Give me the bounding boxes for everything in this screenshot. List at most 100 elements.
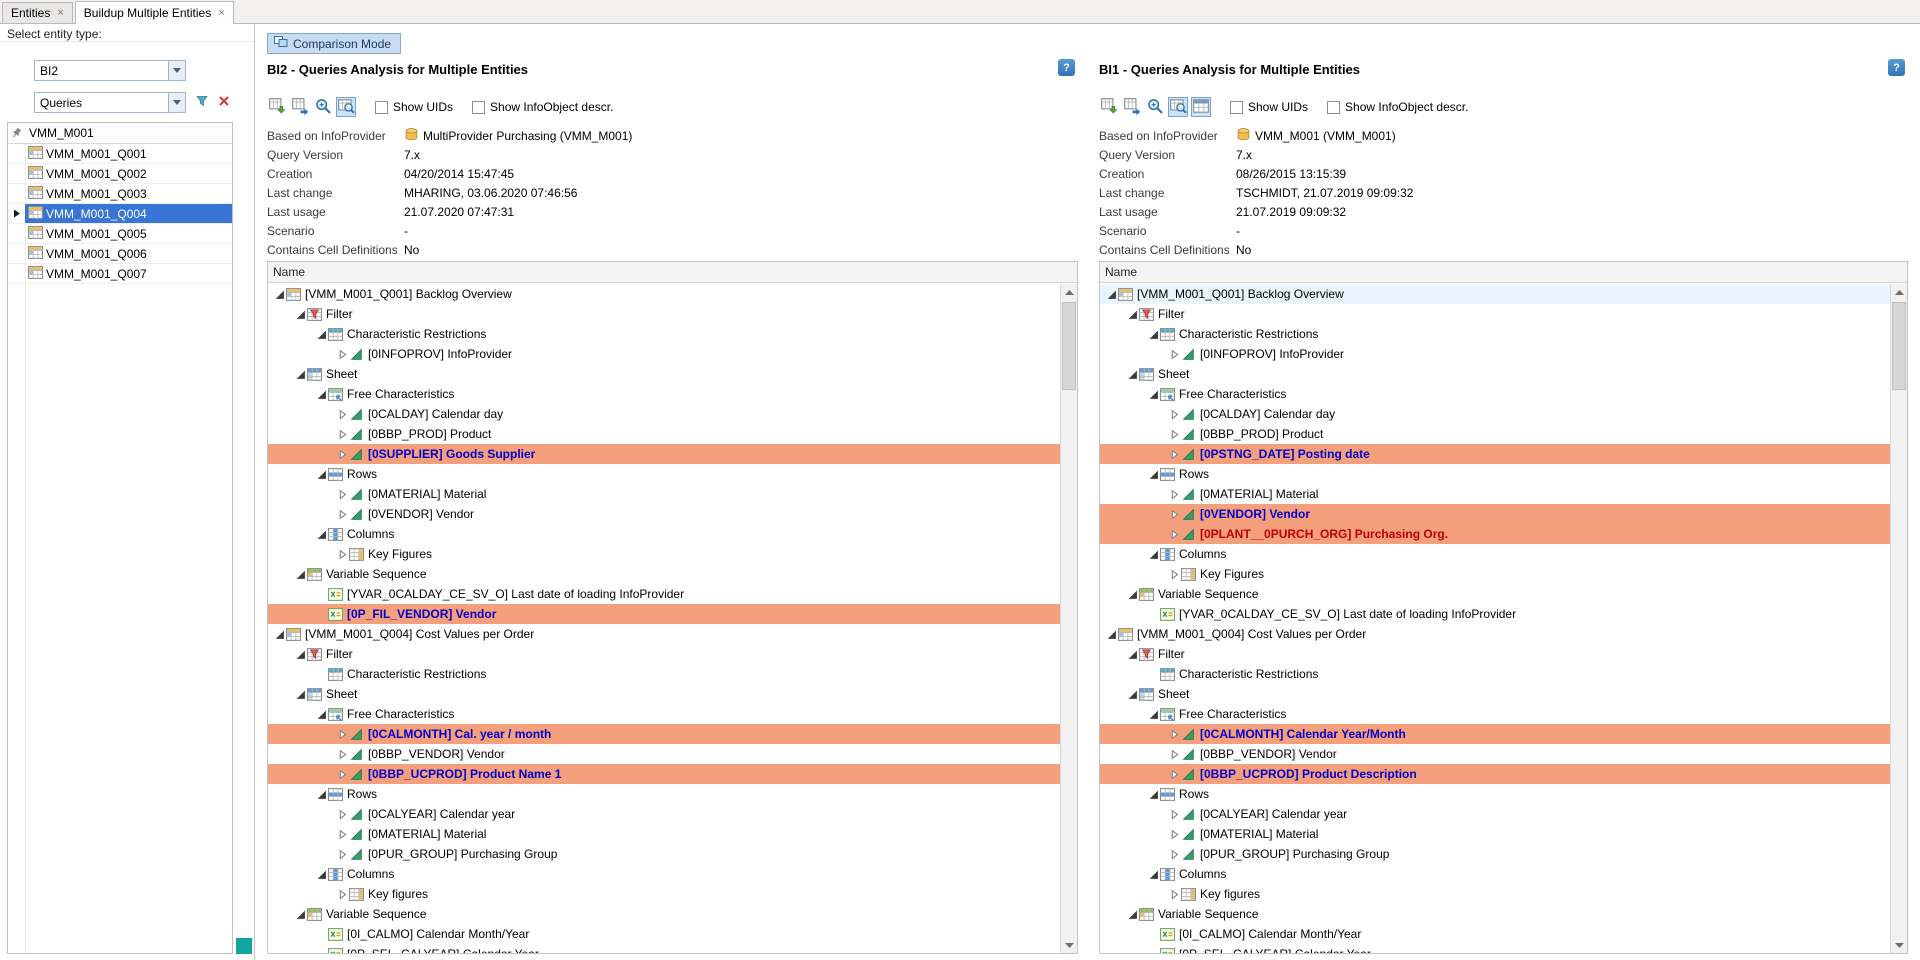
expand-icon[interactable] [336,888,349,901]
expand-icon[interactable] [336,348,349,361]
export-grid-button[interactable] [267,97,287,117]
collapse-icon[interactable] [1147,868,1160,881]
checkbox-box[interactable] [1327,101,1340,114]
scroll-thumb[interactable] [1062,302,1076,390]
expand-icon[interactable] [1168,848,1181,861]
tree-row[interactable]: Sheet [1100,684,1890,704]
expand-icon[interactable] [1168,888,1181,901]
tree-row[interactable]: Columns [268,524,1060,544]
expand-icon[interactable] [336,828,349,841]
tree-row[interactable]: [YVAR_0CALDAY_CE_SV_O] Last date of load… [268,584,1060,604]
scroll-up-icon[interactable] [1061,284,1077,300]
expand-icon[interactable] [1168,428,1181,441]
tree-row[interactable]: Rows [268,784,1060,804]
expand-icon[interactable] [1168,408,1181,421]
tree-row[interactable]: [0BBP_VENDOR] Vendor [268,744,1060,764]
expand-icon[interactable] [1168,768,1181,781]
tree-row[interactable]: [0I_CALMO] Calendar Month/Year [268,924,1060,944]
tree-row[interactable]: Variable Sequence [268,904,1060,924]
sidebar-item-vmm-m001-q002[interactable]: VMM_M001_Q002 [8,164,232,184]
clear-filter-button[interactable] [214,92,234,112]
expand-icon[interactable] [1168,448,1181,461]
collapse-icon[interactable] [294,308,307,321]
collapse-icon[interactable] [315,528,328,541]
apply-filter-button[interactable] [192,92,212,112]
collapse-icon[interactable] [1105,628,1118,641]
tree-row[interactable]: [0BBP_VENDOR] Vendor [1100,744,1890,764]
tree-row[interactable]: Variable Sequence [268,564,1060,584]
expand-icon[interactable] [1168,568,1181,581]
collapse-icon[interactable] [294,368,307,381]
tree-row[interactable]: [0SUPPLIER] Goods Supplier [268,444,1060,464]
tree-row[interactable]: Columns [1100,864,1890,884]
tree-row[interactable]: [0MATERIAL] Material [268,824,1060,844]
tree-row[interactable]: Key Figures [1100,564,1890,584]
tree-row[interactable]: Variable Sequence [1100,584,1890,604]
collapse-icon[interactable] [273,288,286,301]
tree-row[interactable]: [0MATERIAL] Material [1100,484,1890,504]
collapse-icon[interactable] [1126,308,1139,321]
tree-row[interactable]: [YVAR_0CALDAY_CE_SV_O] Last date of load… [1100,604,1890,624]
tree-row[interactable]: Characteristic Restrictions [268,664,1060,684]
scroll-thumb[interactable] [1892,302,1906,390]
tree-row[interactable]: [VMM_M001_Q001] Backlog Overview [1100,284,1890,304]
scroll-down-icon[interactable] [1891,937,1907,953]
expand-icon[interactable] [336,748,349,761]
expand-icon[interactable] [1168,528,1181,541]
tree-row[interactable]: [VMM_M001_Q001] Backlog Overview [268,284,1060,304]
expand-icon[interactable] [1168,488,1181,501]
grid-search-button[interactable] [1168,97,1188,117]
collapse-icon[interactable] [1126,588,1139,601]
collapse-icon[interactable] [1126,368,1139,381]
checkbox-box[interactable] [375,101,388,114]
tree-row[interactable]: Key Figures [268,544,1060,564]
expand-icon[interactable] [336,808,349,821]
tree-row[interactable]: [0CALMONTH] Calendar Year/Month [1100,724,1890,744]
tree-row[interactable]: Free Characteristics [268,704,1060,724]
transfer-grid-button[interactable] [1122,97,1142,117]
collapse-icon[interactable] [1147,468,1160,481]
collapse-icon[interactable] [1147,388,1160,401]
checkbox-show-uids[interactable]: Show UIDs [1230,100,1308,114]
tree-row[interactable]: [0MATERIAL] Material [268,484,1060,504]
collapse-icon[interactable] [1126,908,1139,921]
tree-row[interactable]: Sheet [268,364,1060,384]
tab-buildup-multiple-entities[interactable]: Buildup Multiple Entities× [75,1,234,24]
scroll-down-icon[interactable] [1061,937,1077,953]
collapse-icon[interactable] [315,868,328,881]
help-icon[interactable]: ? [1058,59,1075,76]
transfer-grid-button[interactable] [290,97,310,117]
tree-row[interactable]: Filter [1100,644,1890,664]
expand-icon[interactable] [336,848,349,861]
tree-row[interactable]: [VMM_M001_Q004] Cost Values per Order [268,624,1060,644]
tree-row[interactable]: Sheet [1100,364,1890,384]
grid-search-button[interactable] [336,97,356,117]
expand-icon[interactable] [1168,508,1181,521]
expand-icon[interactable] [336,508,349,521]
collapse-icon[interactable] [294,568,307,581]
tree-row[interactable]: Key figures [1100,884,1890,904]
tree-row[interactable]: Key figures [268,884,1060,904]
collapse-icon[interactable] [294,648,307,661]
vertical-scrollbar[interactable] [1890,284,1907,953]
tree-row[interactable]: Rows [1100,784,1890,804]
tree-row[interactable]: [0BBP_PROD] Product [1100,424,1890,444]
collapse-icon[interactable] [315,468,328,481]
tree-row[interactable]: [0INFOPROV] InfoProvider [268,344,1060,364]
collapse-icon[interactable] [1147,328,1160,341]
tree-row[interactable]: [VMM_M001_Q004] Cost Values per Order [1100,624,1890,644]
expand-icon[interactable] [336,448,349,461]
tree-row[interactable]: [0BBP_UCPROD] Product Name 1 [268,764,1060,784]
sidebar-root-row[interactable]: VMM_M001 [8,123,232,144]
tree-row[interactable]: [0CALYEAR] Calendar year [268,804,1060,824]
collapse-icon[interactable] [315,708,328,721]
chevron-down-icon[interactable] [168,93,185,112]
checkbox-show-infoobject-descr[interactable]: Show InfoObject descr. [1327,100,1468,114]
tree-row[interactable]: Rows [1100,464,1890,484]
tree-row[interactable]: [0P_SEL_CALYEAR] Calendar Year [268,944,1060,953]
tree-row[interactable]: [0BBP_UCPROD] Product Description [1100,764,1890,784]
tree-row[interactable]: [0VENDOR] Vendor [1100,504,1890,524]
expand-icon[interactable] [1168,828,1181,841]
zoom-button[interactable] [1145,97,1165,117]
tree-row[interactable]: [0CALDAY] Calendar day [1100,404,1890,424]
